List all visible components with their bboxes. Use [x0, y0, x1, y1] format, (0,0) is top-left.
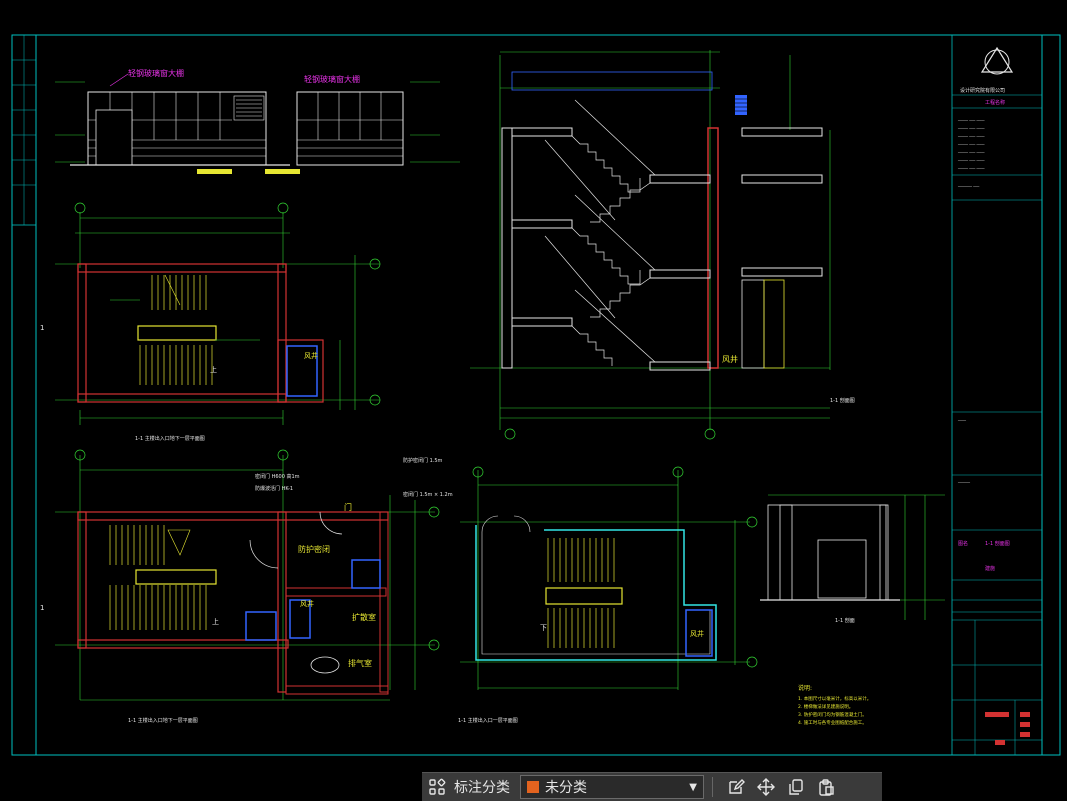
svg-text:_____ ___ ____: _____ ___ ____: [957, 140, 986, 145]
svg-text:_____ ___ ____: _____ ___ ____: [957, 132, 986, 137]
category-select-value: 未分类: [545, 780, 587, 796]
title-block-drawing-name: 1-1 剖面图: [985, 540, 1010, 547]
svg-text:_____ ___ ____: _____ ___ ____: [957, 148, 986, 153]
chevron-down-icon: ▼: [689, 781, 697, 793]
plan2-fanghu-label: 防护密闭: [298, 544, 330, 554]
category-select[interactable]: 未分类 ▼: [520, 775, 704, 799]
small-section-title: 1-1 剖面: [835, 617, 855, 624]
axis-mark-left-2: 1: [40, 604, 44, 612]
plan2-door-label: 门: [344, 502, 352, 512]
elevation-title-2: 轻钢玻璃窗大棚: [304, 74, 360, 84]
elevation-title-1: 轻钢玻璃窗大棚: [128, 68, 184, 78]
svg-text:_____ ___ ____: _____ ___ ____: [957, 116, 986, 121]
notes-title: 说明:: [798, 684, 812, 692]
plan2-title: 1-1 主楼出入口地下一层平面图: [128, 717, 198, 724]
callout-1: 密闭门 H600 高1m: [255, 473, 300, 480]
plan3-fengjing-label: 风井: [690, 629, 704, 638]
svg-text:_______ ___: _______ ___: [957, 182, 980, 187]
svg-text:____: ____: [957, 416, 967, 421]
annotation-toolbar: 标注分类 未分类 ▼: [422, 772, 882, 801]
svg-text:_____ ___ ____: _____ ___ ____: [957, 156, 986, 161]
plan2-kuosan-label: 扩散室: [352, 612, 376, 622]
callout-3: 防护密闭门 1.5m: [403, 457, 443, 464]
edit-icon[interactable]: [721, 773, 751, 801]
copy-icon[interactable]: [781, 773, 811, 801]
note-2: 2. 楼梯做法详见建施说明。: [798, 703, 853, 710]
plan2-up-label: 上: [212, 617, 219, 626]
plan3-title: 1-1 主楼出入口一层平面图: [458, 717, 518, 724]
title-block-company: 设计研究院有限公司: [960, 87, 1005, 94]
toolbar-divider: [712, 777, 713, 797]
axis-mark-left-1: 1: [40, 324, 44, 332]
plan1-up-label: 上: [210, 365, 217, 374]
plan2-paiqi-label: 排气室: [348, 658, 372, 668]
plan1-title: 1-1 主楼出入口地下一层平面图: [135, 435, 205, 442]
cad-drawing-canvas[interactable]: 设计研究院有限公司 工程名称 _____ ___ ____ _____ ___ _…: [0, 0, 1067, 800]
note-1: 1. 本图尺寸以毫米计，标高以米计。: [798, 695, 871, 702]
callout-2: 防爆波活门 HK-1: [255, 485, 293, 492]
callout-4: 密闭门 1.5m × 1.2m: [403, 491, 453, 498]
move-icon[interactable]: [751, 773, 781, 801]
note-4: 4. 施工时与各专业图纸配合施工。: [798, 719, 867, 726]
svg-text:_____ ___ ____: _____ ___ ____: [957, 164, 986, 169]
title-block-project-label: 工程名称: [985, 99, 1005, 106]
title-block-sheet: 建施: [985, 565, 995, 572]
section-fengjing-label: 风井: [722, 354, 738, 364]
svg-text:_____ ___ ____: _____ ___ ____: [957, 124, 986, 129]
plan3-down-label: 下: [540, 624, 547, 632]
note-3: 3. 防护密闭门均为钢筋混凝土门。: [798, 711, 867, 718]
category-color-swatch: [527, 781, 539, 793]
section-title: 1-1 剖面图: [830, 397, 855, 404]
svg-text:______: ______: [957, 478, 971, 483]
layers-icon[interactable]: [422, 773, 452, 801]
plan2-fengjing-label: 风井: [300, 599, 314, 608]
annotation-category-label: 标注分类: [454, 780, 510, 796]
plan1-fengjing-label: 风井: [304, 351, 318, 360]
title-block-drawing-label: 图名: [958, 540, 968, 547]
paste-icon[interactable]: [811, 773, 841, 801]
